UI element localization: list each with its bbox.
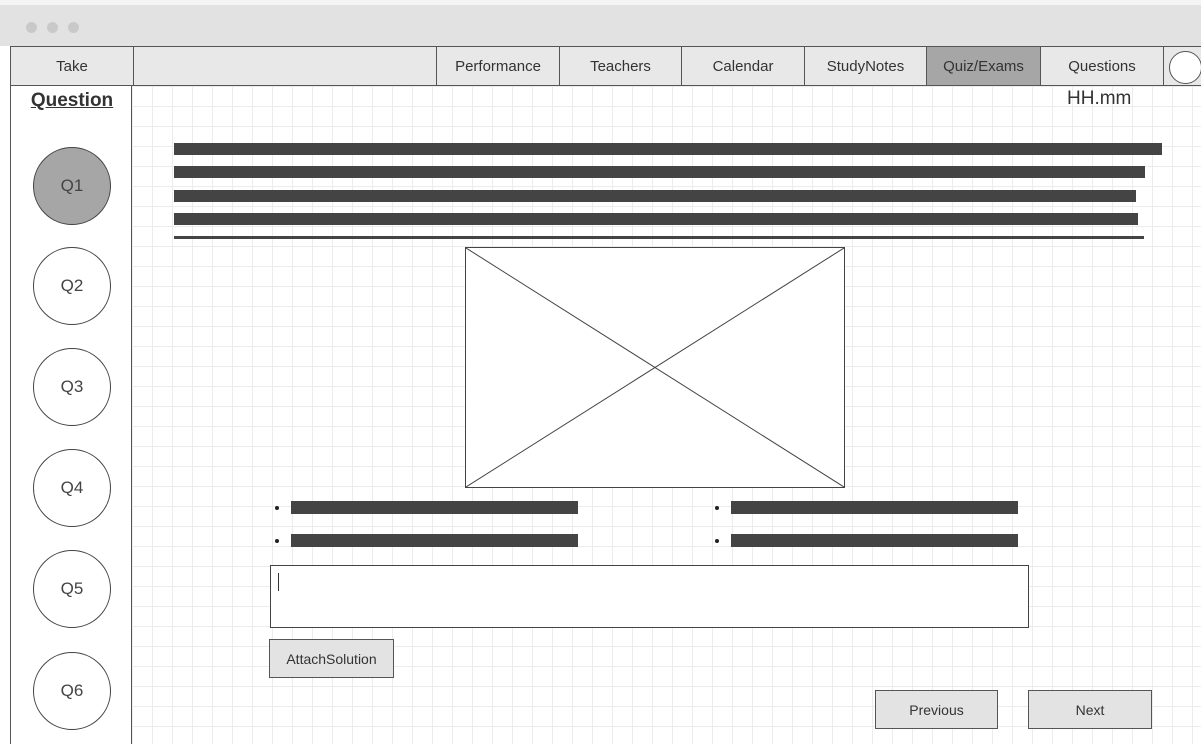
window-minimize-dot[interactable] [47, 22, 58, 33]
tab-studynotes[interactable]: StudyNotes [804, 47, 926, 85]
question-button-q6[interactable]: Q6 [33, 652, 111, 730]
question-button-q3[interactable]: Q3 [33, 348, 111, 426]
image-placeholder-icon [466, 248, 844, 487]
top-nav: Take Performance Teachers Calendar Study… [10, 46, 1201, 86]
question-divider [174, 236, 1144, 239]
answer-input[interactable] [270, 565, 1029, 628]
window-maximize-dot[interactable] [68, 22, 79, 33]
question-sidebar: Question Q1 Q2 Q3 Q4 Q5 Q6 [10, 86, 132, 744]
question-text-line [174, 190, 1136, 202]
tab-quiz-exams[interactable]: Quiz/Exams [926, 47, 1040, 85]
sidebar-title: Question [30, 90, 114, 111]
previous-button[interactable]: Previous [875, 690, 998, 729]
nav-take[interactable]: Take [11, 47, 133, 85]
answer-option-a[interactable] [291, 501, 578, 514]
option-bullet [275, 506, 279, 510]
attach-solution-button[interactable]: AttachSolution [269, 639, 394, 678]
timer-display: HH.mm [1067, 88, 1132, 109]
app-window: Take Performance Teachers Calendar Study… [0, 0, 1201, 744]
question-button-q4[interactable]: Q4 [33, 449, 111, 527]
question-text-line [174, 213, 1138, 225]
answer-option-b[interactable] [731, 501, 1018, 514]
question-panel: HH.mm AttachSolution Previous Next [132, 86, 1201, 744]
user-avatar[interactable] [1169, 51, 1201, 84]
question-button-q5[interactable]: Q5 [33, 550, 111, 628]
question-image-placeholder [465, 247, 845, 488]
question-text-line [174, 166, 1145, 178]
answer-option-c[interactable] [291, 534, 578, 547]
window-titlebar [0, 0, 1201, 46]
tab-performance[interactable]: Performance [436, 47, 559, 85]
question-text-line [174, 143, 1162, 155]
option-bullet [275, 539, 279, 543]
tab-questions[interactable]: Questions [1040, 47, 1164, 85]
question-button-q1[interactable]: Q1 [33, 147, 111, 225]
tab-teachers[interactable]: Teachers [559, 47, 681, 85]
nav-spacer [133, 47, 436, 85]
option-bullet [715, 539, 719, 543]
answer-option-d[interactable] [731, 534, 1018, 547]
tab-calendar[interactable]: Calendar [681, 47, 804, 85]
question-button-q2[interactable]: Q2 [33, 247, 111, 325]
text-caret [278, 573, 279, 591]
window-close-dot[interactable] [26, 22, 37, 33]
next-button[interactable]: Next [1028, 690, 1152, 729]
option-bullet [715, 506, 719, 510]
